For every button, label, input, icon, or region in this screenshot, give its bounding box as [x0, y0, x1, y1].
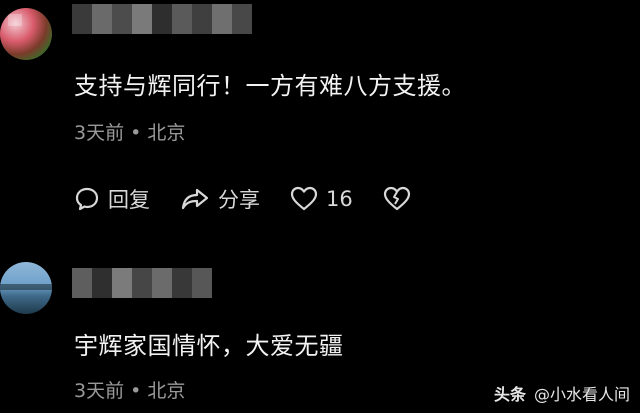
like-count: 16 [326, 187, 353, 211]
share-label: 分享 [218, 188, 260, 212]
comment-meta: 3天前 • 北京 [74, 118, 185, 145]
comment-text: 宇辉家国情怀，大爱无疆 [74, 332, 344, 360]
reply-icon [75, 187, 99, 211]
watermark-brand: 头条 [493, 385, 526, 404]
broken-heart-icon [383, 186, 410, 211]
watermark: 头条 @小水看人间 [494, 381, 630, 405]
comment-text: 支持与辉同行！一方有难八方支援。 [74, 72, 466, 100]
comment-location: 北京 [147, 122, 186, 144]
avatar[interactable] [0, 8, 52, 60]
watermark-handle: @小水看人间 [533, 385, 630, 404]
share-button[interactable]: 分享 [180, 184, 260, 214]
comment-time: 3天前 [74, 380, 125, 402]
username-blurred[interactable] [72, 4, 252, 34]
comment-location: 北京 [147, 380, 186, 402]
reply-button[interactable]: 回复 [74, 184, 150, 214]
reply-label: 回复 [108, 188, 150, 212]
meta-separator: • [130, 122, 142, 144]
meta-separator: • [130, 380, 142, 402]
username-blurred[interactable] [72, 268, 212, 298]
heart-icon [290, 186, 318, 211]
like-button[interactable]: 16 [290, 186, 353, 212]
comment-meta: 3天前 • 北京 [74, 376, 185, 403]
comment-item: 支持与辉同行！一方有难八方支援。 3天前 • 北京 回复 分享 16 [0, 0, 640, 240]
dislike-button[interactable] [383, 186, 419, 212]
comment-time: 3天前 [74, 122, 125, 144]
avatar[interactable] [0, 262, 52, 314]
share-icon [181, 188, 209, 210]
comment-actions: 回复 分享 16 [74, 182, 449, 216]
